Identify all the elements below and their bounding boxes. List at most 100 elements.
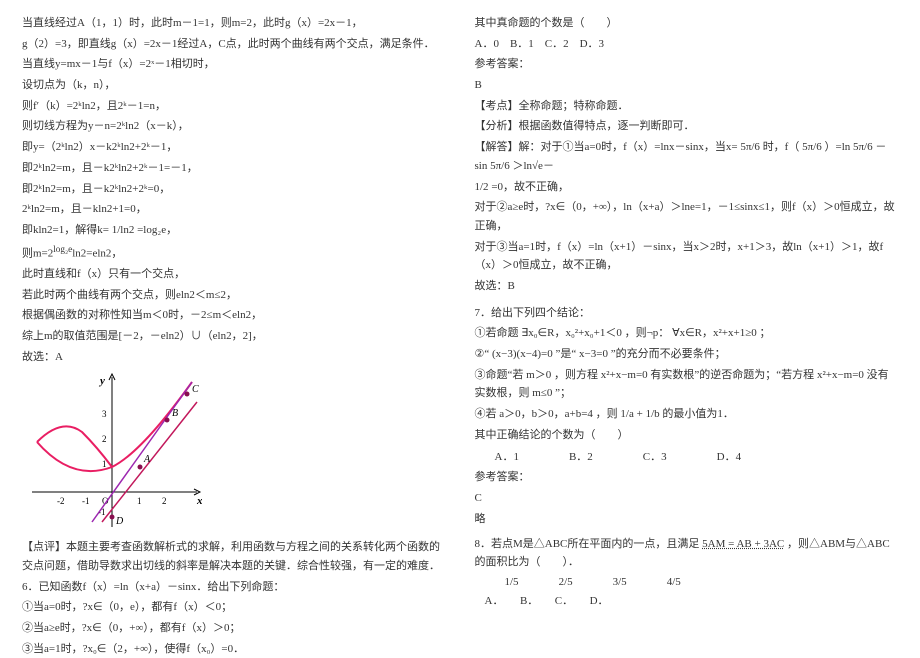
- solution-line: 若此时两个曲线有两个交点，则eln2＜m≤2，: [22, 286, 446, 305]
- solution-line: 设切点为（k，n），: [22, 76, 446, 95]
- right-column: 其中真命题的个数是（ ） A．0 B．1 C．2 D．3 参考答案： B 【考点…: [457, 12, 909, 639]
- svg-text:C: C: [192, 384, 199, 395]
- solution-line: 此时直线和f（x）只有一个交点，: [22, 265, 446, 284]
- solution-line: 对于②a≥e时，?x∈（0，+∞），ln（x+a）＞lne=1，－1≤sinx≤…: [475, 198, 899, 235]
- options-labels: A． B． C． D．: [485, 592, 899, 611]
- svg-text:-2: -2: [57, 496, 65, 506]
- text-fragment: 则m=2: [22, 247, 53, 259]
- answer-choice: 故选：B: [475, 277, 899, 296]
- fraction: 5π/6: [853, 141, 873, 153]
- fraction: 1/2: [475, 181, 489, 193]
- text-fragment: 8．若点M是△ABC所在平面内的一点，且满足: [475, 538, 700, 550]
- question-tail: 其中真命题的个数是（ ）: [475, 14, 899, 33]
- text-fragment: 即kln2=1，解得k=: [22, 224, 109, 236]
- solution-line: 即2ᵏln2=m，且－k2ᵏln2+2ᵏ－1=－1，: [22, 159, 446, 178]
- text-fragment: 的最小值为1．: [662, 408, 734, 420]
- proposition: ③当a=1时，?x₀∈（2，+∞），使得f（x₀）=0．: [22, 640, 446, 658]
- proposition: ①当a=0时，?x∈（0，e），都有f（x）＜0；: [22, 598, 446, 617]
- solution-line: 即y=（2ᵏln2）x－k2ᵏln2+2ᵏ－1，: [22, 138, 446, 157]
- math-expr: (x−3)(x−4)=0: [492, 348, 553, 360]
- proposition: ①若命题 ∃x₀∈R，x₀²+x₀+1＜0 ，则¬p： ∀x∈R，x²+x+1≥…: [475, 324, 899, 343]
- solution-line: 即2ᵏln2=m，且－k2ᵏln2+2ᵏ=0，: [22, 180, 446, 199]
- comment-line: 【点评】本题主要考查函数解析式的求解，利用函数与方程之间的关系转化两个函数的交点…: [22, 538, 446, 575]
- text-fragment: ）=ln: [824, 141, 850, 153]
- fraction: 5π/6: [740, 141, 760, 153]
- solution-line: 当直线经过A（1，1）时，此时m－1=1，则m=2，此时g（x）=2x－1，: [22, 14, 446, 33]
- solution-line: 则m=2log₂eln2=eln2，: [22, 242, 446, 263]
- svg-text:-1: -1: [82, 496, 90, 506]
- text-fragment: =log₂e，: [137, 224, 177, 236]
- solution-line: 2ᵏln2=m，且－kln2+1=0，: [22, 200, 446, 219]
- text-fragment: ③命题“若: [475, 369, 524, 381]
- solution-line: 当直线y=mx－1与f（x）=2ˣ－1相切时，: [22, 55, 446, 74]
- option-frac-b: 2/5: [559, 576, 573, 588]
- text-fragment: ，则¬p：: [625, 327, 670, 339]
- svg-text:1: 1: [137, 496, 142, 506]
- text-fragment: ＞ln√e－: [512, 160, 553, 172]
- options-inline: A．0 B．1 C．2 D．3: [475, 35, 899, 54]
- answer-label: 参考答案：: [475, 468, 899, 487]
- text-fragment: ①若命题: [475, 327, 519, 339]
- math-expr: ∀x∈R，x²+x+1≥0: [672, 327, 757, 339]
- math-expr: 5AM = AB + 3AC: [702, 538, 784, 550]
- option-frac-a: 1/5: [505, 576, 519, 588]
- proposition: ②“ (x−3)(x−4)=0 ”是“ x−3=0 ”的充分而不必要条件；: [475, 345, 899, 364]
- fraction: 5π/6: [490, 160, 510, 172]
- text-fragment: 【解答】解：对于①当a=0时，f（x）=lnx－sinx，当x=: [475, 141, 738, 153]
- problem-stem: 8．若点M是△ABC所在平面内的一点，且满足 5AM = AB + 3AC ，则…: [475, 535, 899, 572]
- answer-value: B: [475, 76, 899, 95]
- solution-line: 综上m的取值范围是[－2，－eln2）∪（eln2，2]，: [22, 327, 446, 346]
- answer-value: C: [475, 489, 899, 508]
- svg-text:D: D: [115, 516, 124, 527]
- svg-text:A: A: [143, 454, 151, 465]
- solution-line: 对于③当a=1时，f（x）=ln（x+1）－sinx，当x＞2时，x+1＞3，故…: [475, 238, 899, 275]
- options-fractions: 1/5 2/5 3/5 4/5: [505, 576, 899, 588]
- text-fragment: ④若: [475, 408, 497, 420]
- text-fragment: ln2=eln2，: [72, 247, 122, 259]
- solution-line: 即kln2=1，解得k= 1/ln2 =log₂e，: [22, 221, 446, 240]
- fraction: 5π/6: [802, 141, 822, 153]
- svg-text:2: 2: [102, 434, 107, 444]
- option-c: C．3: [643, 448, 667, 464]
- option-a: A．1: [495, 448, 519, 464]
- text-fragment: ，则方程: [554, 369, 598, 381]
- text-fragment: 有实数根”的逆否命题为；“若方程: [650, 369, 814, 381]
- text-fragment: ”；: [555, 387, 571, 399]
- option-frac-c: 3/5: [613, 576, 627, 588]
- left-column: 当直线经过A（1，1）时，此时m－1=1，则m=2，此时g（x）=2x－1， g…: [12, 12, 457, 639]
- fraction: 1/ln2: [112, 224, 135, 236]
- proposition: ④若 a＞0，b＞0，a+b=4 ，则 1/a + 1/b 的最小值为1．: [475, 405, 899, 424]
- exam-point: 【考点】全称命题；特称命题．: [475, 97, 899, 116]
- text-fragment: =0，故不正确，: [491, 181, 569, 193]
- svg-text:y: y: [98, 375, 105, 387]
- math-expr: x−3=0: [579, 348, 608, 360]
- svg-text:B: B: [172, 408, 178, 419]
- brief: 略: [475, 510, 899, 529]
- analysis: 【分析】根据函数值得特点，逐一判断即可．: [475, 117, 899, 136]
- problem-stem: 6．已知函数f（x）=ln（x+a）－sinx．给出下列命题：: [22, 578, 446, 597]
- svg-text:2: 2: [162, 496, 167, 506]
- svg-text:O: O: [102, 496, 109, 506]
- solution-line: 则f′（k）=2ᵏln2，且2ᵏ－1=n，: [22, 97, 446, 116]
- option-b: B．2: [569, 448, 593, 464]
- solution-line: 【解答】解：对于①当a=0时，f（x）=lnx－sinx，当x= 5π/6 时，…: [475, 138, 899, 175]
- option-d: D．4: [717, 448, 741, 464]
- proposition: ②当a≥e时，?x∈（0，+∞），都有f（x）＞0；: [22, 619, 446, 638]
- graph-svg: x y O 1 2 -1 -2 1 2 3 -1 A B C D: [22, 372, 202, 532]
- function-graph: x y O 1 2 -1 -2 1 2 3 -1 A B C D: [22, 372, 202, 532]
- svg-text:3: 3: [102, 409, 107, 419]
- superscript: log₂e: [53, 244, 72, 254]
- math-expr: a＞0，b＞0，a+b=4: [499, 408, 593, 420]
- solution-line: 1/2 =0，故不正确，: [475, 178, 899, 197]
- solution-line: g（2）=3，即直线g（x）=2x－1经过A，C点，此时两个曲线有两个交点，满足…: [22, 35, 446, 54]
- svg-text:x: x: [196, 495, 202, 507]
- text-fragment: ；: [760, 327, 771, 339]
- option-frac-d: 4/5: [667, 576, 681, 588]
- math-expr: x²+x−m=0: [817, 369, 864, 381]
- math-expr: x²+x−m=0: [601, 369, 648, 381]
- text-fragment: 时，f（: [763, 141, 800, 153]
- solution-line: 根据偶函数的对称性知当m＜0时，－2≤m＜eln2，: [22, 306, 446, 325]
- question-tail: 其中正确结论的个数为（ ）: [475, 426, 899, 445]
- problem-stem: 7．给出下列四个结论：: [475, 304, 899, 323]
- answer-label: 参考答案：: [475, 55, 899, 74]
